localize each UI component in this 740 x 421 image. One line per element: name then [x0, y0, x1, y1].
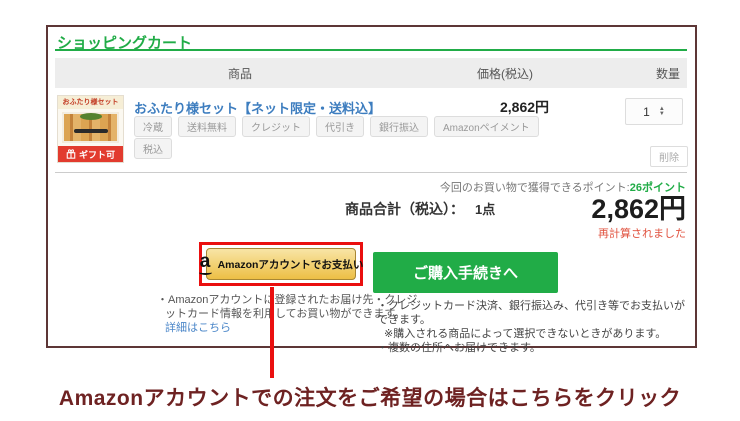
annotation-caption: Amazonアカウントでの注文をご希望の場合はこちらをクリック [0, 382, 740, 412]
gift-ribbon-label: ギフト可 [79, 148, 115, 161]
checkout-button[interactable]: ご購入手続きへ [373, 252, 558, 293]
product-image-label: おふたり様セット [58, 96, 123, 109]
tag-chip: 銀行振込 [370, 116, 428, 137]
shopping-cart-panel: ショッピングカート 商品 価格(税込) 数量 おふたり様セット ギフト可 おふた… [46, 25, 697, 348]
subtotal-price: 2,862円 [591, 187, 686, 226]
product-photo [58, 109, 123, 146]
tag-chip: Amazonペイメント [434, 116, 539, 137]
header-product: 商品 [55, 65, 425, 82]
recalculated-note: 再計算されました [598, 225, 686, 241]
gift-icon [66, 149, 76, 159]
subtotal-label: 商品合計（税込）： [345, 199, 464, 219]
product-name-link[interactable]: おふたり様セット【ネット限定・送料込】 [134, 98, 381, 117]
tag-chip: 税込 [134, 138, 172, 159]
tag-chip: 冷蔵 [134, 116, 172, 137]
amazon-logo-icon: a [199, 254, 212, 275]
product-tags-row2: 税込 [134, 138, 172, 159]
tag-chip: 代引き [316, 116, 364, 137]
checkout-note-line: ・複数の住所へお届けできます。 [377, 341, 695, 355]
product-tags-row1: 冷蔵 送料無料 クレジット 代引き 銀行振込 Amazonペイメント [134, 116, 539, 137]
header-qty: 数量 [585, 65, 687, 82]
subtotal-count: 1点 [475, 199, 495, 218]
checkout-note-line: ※購入される商品によって選択できないときがあります。 [384, 327, 695, 341]
product-image: おふたり様セット ギフト可 [57, 95, 124, 163]
cart-table-header: 商品 価格(税込) 数量 [55, 58, 687, 88]
quantity-value[interactable]: 1 [643, 105, 650, 119]
stepper-arrows[interactable]: ▲ ▼ [659, 107, 665, 117]
delete-button[interactable]: 削除 [650, 146, 688, 167]
checkout-note-line: ・クレジットカード決済、銀行振込み、代引き等でお支払いができます。 [377, 299, 695, 327]
tag-chip: クレジット [242, 116, 310, 137]
title-underline [55, 49, 687, 51]
quantity-stepper[interactable]: 1 ▲ ▼ [625, 98, 683, 125]
tag-chip: 送料無料 [178, 116, 236, 137]
header-price: 価格(税込) [425, 65, 585, 82]
stepper-down-icon[interactable]: ▼ [659, 112, 665, 117]
amazon-pay-button-label: Amazonアカウントでお支払い [218, 257, 364, 272]
annotation-highlight-box: a Amazonアカウントでお支払い [199, 242, 363, 286]
gift-ribbon: ギフト可 [58, 146, 123, 162]
amazon-pay-button[interactable]: a Amazonアカウントでお支払い [206, 248, 356, 280]
row-separator [55, 172, 687, 173]
checkout-notes: ・クレジットカード決済、銀行振込み、代引き等でお支払いができます。 ※購入される… [377, 299, 695, 355]
item-price: 2,862円 [500, 97, 549, 117]
annotation-pointer-line [270, 287, 274, 378]
